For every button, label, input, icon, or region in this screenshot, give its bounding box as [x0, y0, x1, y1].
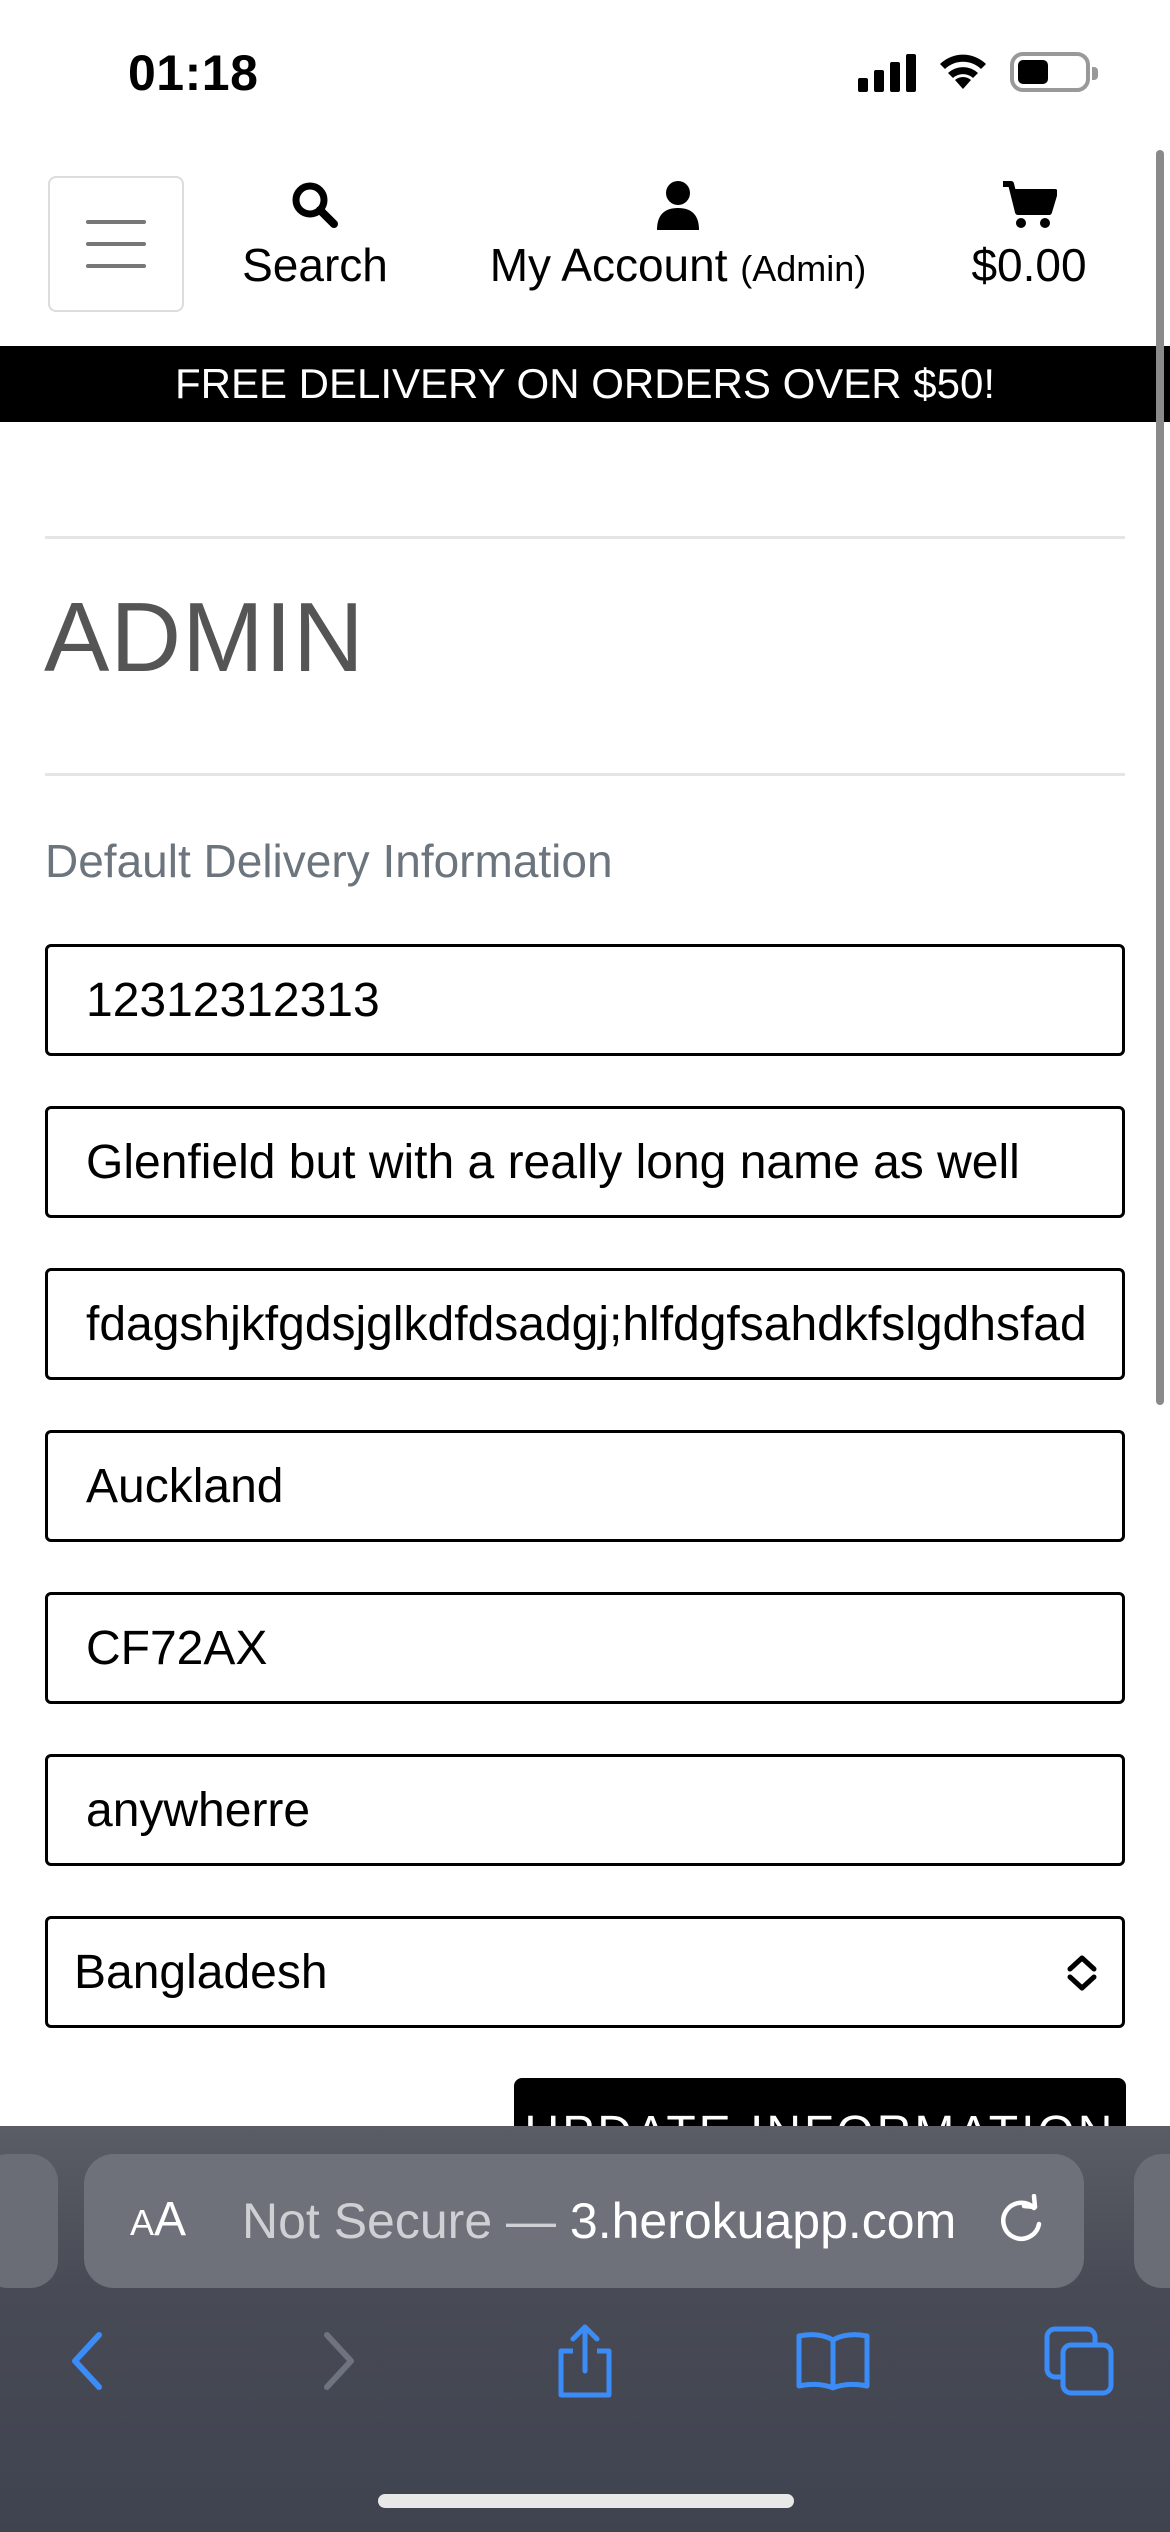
share-icon [558, 2324, 612, 2398]
my-account-nav-link[interactable]: My Account (Admin) [478, 180, 878, 292]
next-tab-peek[interactable] [1134, 2154, 1170, 2288]
browser-toolbar [0, 2316, 1170, 2426]
cart-nav-link[interactable]: $0.00 [966, 180, 1092, 292]
country-select[interactable]: Bangladesh [45, 1916, 1125, 2028]
status-icons [858, 52, 1098, 92]
cellular-signal-icon [858, 52, 916, 92]
section-label: Default Delivery Information [45, 835, 613, 887]
shopping-cart-icon [1003, 181, 1057, 228]
street-address-1-field[interactable] [45, 1106, 1125, 1218]
county-field[interactable] [45, 1754, 1125, 1866]
tabs-button[interactable] [1034, 2316, 1124, 2406]
free-delivery-banner: FREE DELIVERY ON ORDERS OVER $50! [0, 346, 1170, 422]
tabs-icon [1044, 2326, 1114, 2396]
search-nav-link[interactable]: Search [242, 180, 388, 292]
select-chevron-icon [1067, 1955, 1097, 1991]
street-address-2-field[interactable] [45, 1268, 1125, 1380]
search-icon [292, 182, 338, 228]
address-bar[interactable]: AA Not Secure — 3.herokuapp.com [84, 2154, 1084, 2288]
browser-bottom-bar: AA Not Secure — 3.herokuapp.com [0, 2126, 1170, 2532]
home-indicator [378, 2494, 794, 2508]
cart-total: $0.00 [971, 239, 1087, 291]
url-security-prefix: Not Secure — [242, 2193, 570, 2249]
divider [45, 536, 1125, 539]
town-city-field[interactable] [45, 1430, 1125, 1542]
page-title: ADMIN [44, 582, 365, 692]
battery-icon [1010, 52, 1098, 92]
postcode-field[interactable] [45, 1592, 1125, 1704]
url-domain: 3.herokuapp.com [569, 2193, 957, 2249]
account-label-text: My Account [489, 239, 728, 291]
phone-number-field[interactable] [45, 944, 1125, 1056]
user-icon [657, 181, 699, 230]
forward-arrow-icon [324, 2332, 354, 2390]
url-text: Not Secure — 3.herokuapp.com [242, 2192, 956, 2250]
status-time: 01:18 [128, 45, 259, 101]
page-scrollbar[interactable] [1156, 150, 1164, 1405]
account-role: (Admin) [740, 248, 867, 289]
reload-icon[interactable] [994, 2194, 1048, 2248]
bookmarks-button[interactable] [788, 2316, 878, 2406]
reader-settings-button[interactable]: AA [130, 2192, 186, 2247]
book-icon [796, 2332, 870, 2391]
menu-toggle-button[interactable] [48, 176, 184, 312]
forward-button[interactable] [294, 2316, 384, 2406]
search-label: Search [242, 239, 388, 291]
previous-tab-peek[interactable] [0, 2154, 58, 2288]
back-button[interactable] [42, 2316, 132, 2406]
country-selected-value: Bangladesh [74, 1945, 328, 1999]
wifi-icon [940, 54, 986, 89]
share-button[interactable] [540, 2316, 630, 2406]
back-arrow-icon [72, 2332, 102, 2390]
divider [45, 773, 1125, 776]
account-label: My Account (Admin) [490, 238, 867, 292]
status-bar: 01:18 [0, 0, 1170, 150]
site-header: Search My Account (Admin) $0.00 [0, 150, 1170, 346]
